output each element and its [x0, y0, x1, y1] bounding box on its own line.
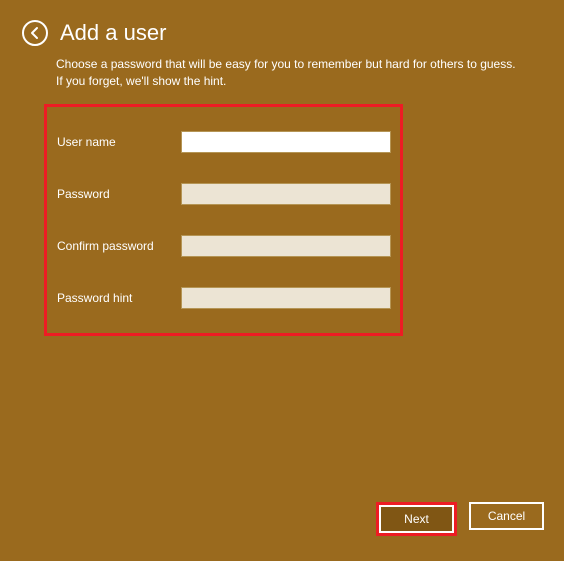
cancel-button[interactable]: Cancel	[469, 502, 544, 530]
arrow-left-icon	[28, 26, 42, 40]
next-button-highlight: Next	[376, 502, 457, 536]
next-button[interactable]: Next	[379, 505, 454, 533]
back-button[interactable]	[22, 20, 48, 46]
username-input[interactable]	[181, 131, 391, 153]
form-highlight-box: User name Password Confirm password Pass…	[44, 104, 403, 336]
field-row-hint: Password hint	[55, 287, 392, 309]
password-input[interactable]	[181, 183, 391, 205]
username-label: User name	[55, 135, 181, 149]
footer-actions: Next Cancel	[376, 502, 544, 536]
password-label: Password	[55, 187, 181, 201]
page-title: Add a user	[60, 20, 166, 46]
field-row-confirm: Confirm password	[55, 235, 392, 257]
field-row-username: User name	[55, 131, 392, 153]
confirm-password-input[interactable]	[181, 235, 391, 257]
field-row-password: Password	[55, 183, 392, 205]
page-subtitle: Choose a password that will be easy for …	[0, 46, 564, 90]
password-hint-input[interactable]	[181, 287, 391, 309]
password-hint-label: Password hint	[55, 291, 181, 305]
confirm-password-label: Confirm password	[55, 239, 181, 253]
